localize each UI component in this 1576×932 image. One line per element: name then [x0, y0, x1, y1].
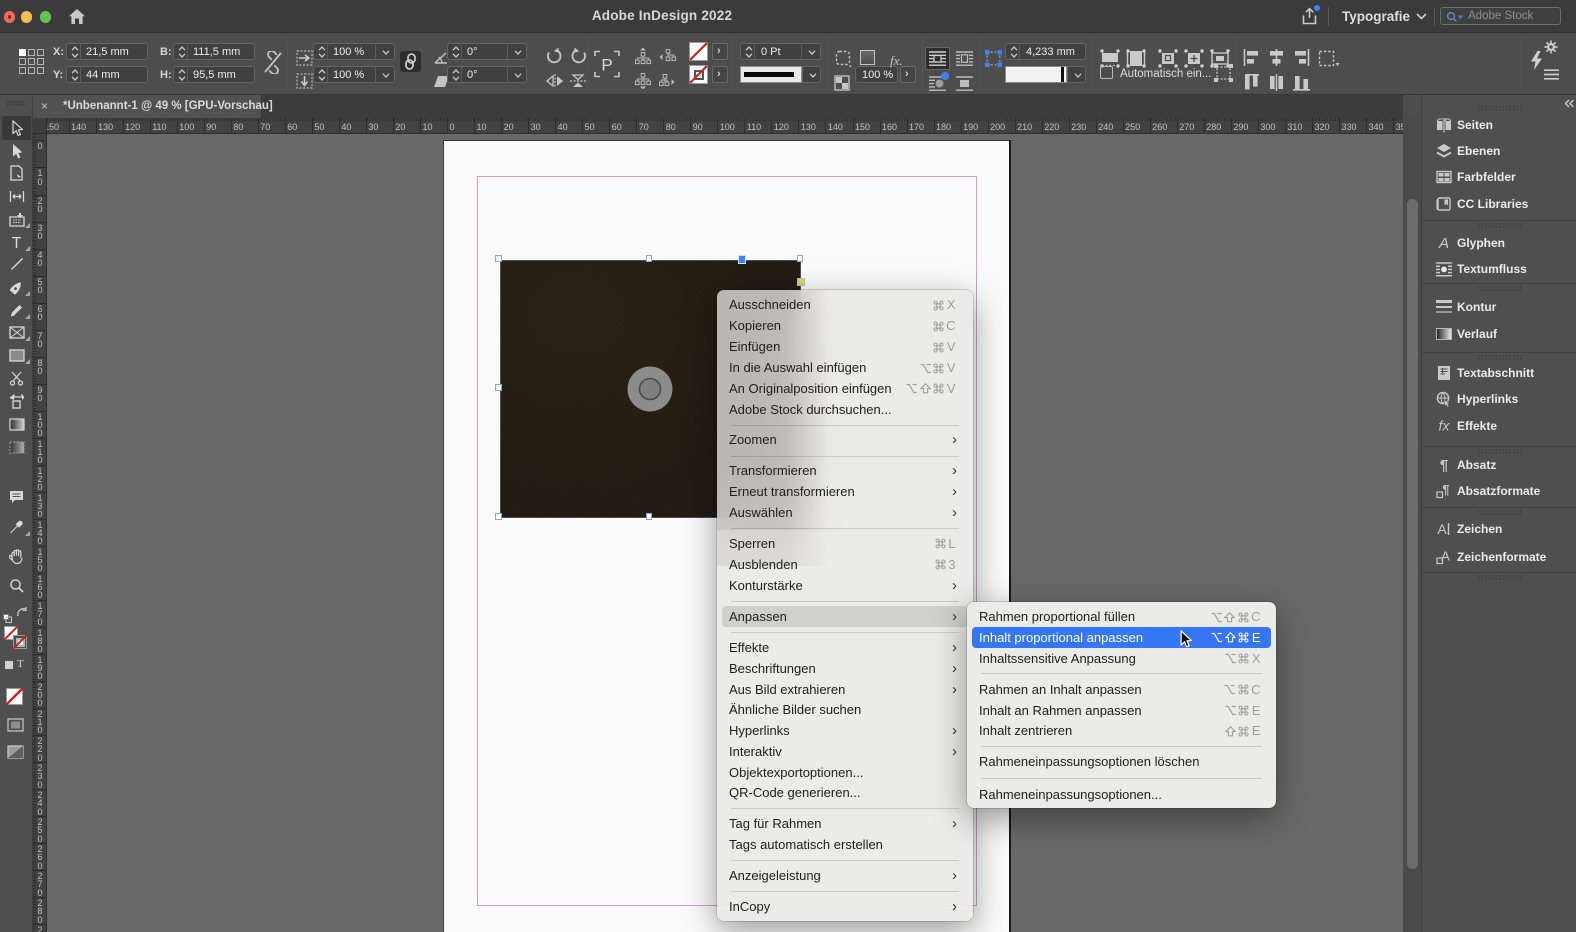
svg-text:A: A [1438, 235, 1449, 251]
svg-text:fx: fx [1439, 418, 1451, 434]
svg-text:P: P [601, 56, 612, 75]
svg-text:T: T [12, 235, 22, 250]
svg-text:¶: ¶ [1443, 483, 1450, 497]
svg-text:¶: ¶ [1440, 457, 1448, 473]
svg-text:A: A [1437, 521, 1447, 537]
